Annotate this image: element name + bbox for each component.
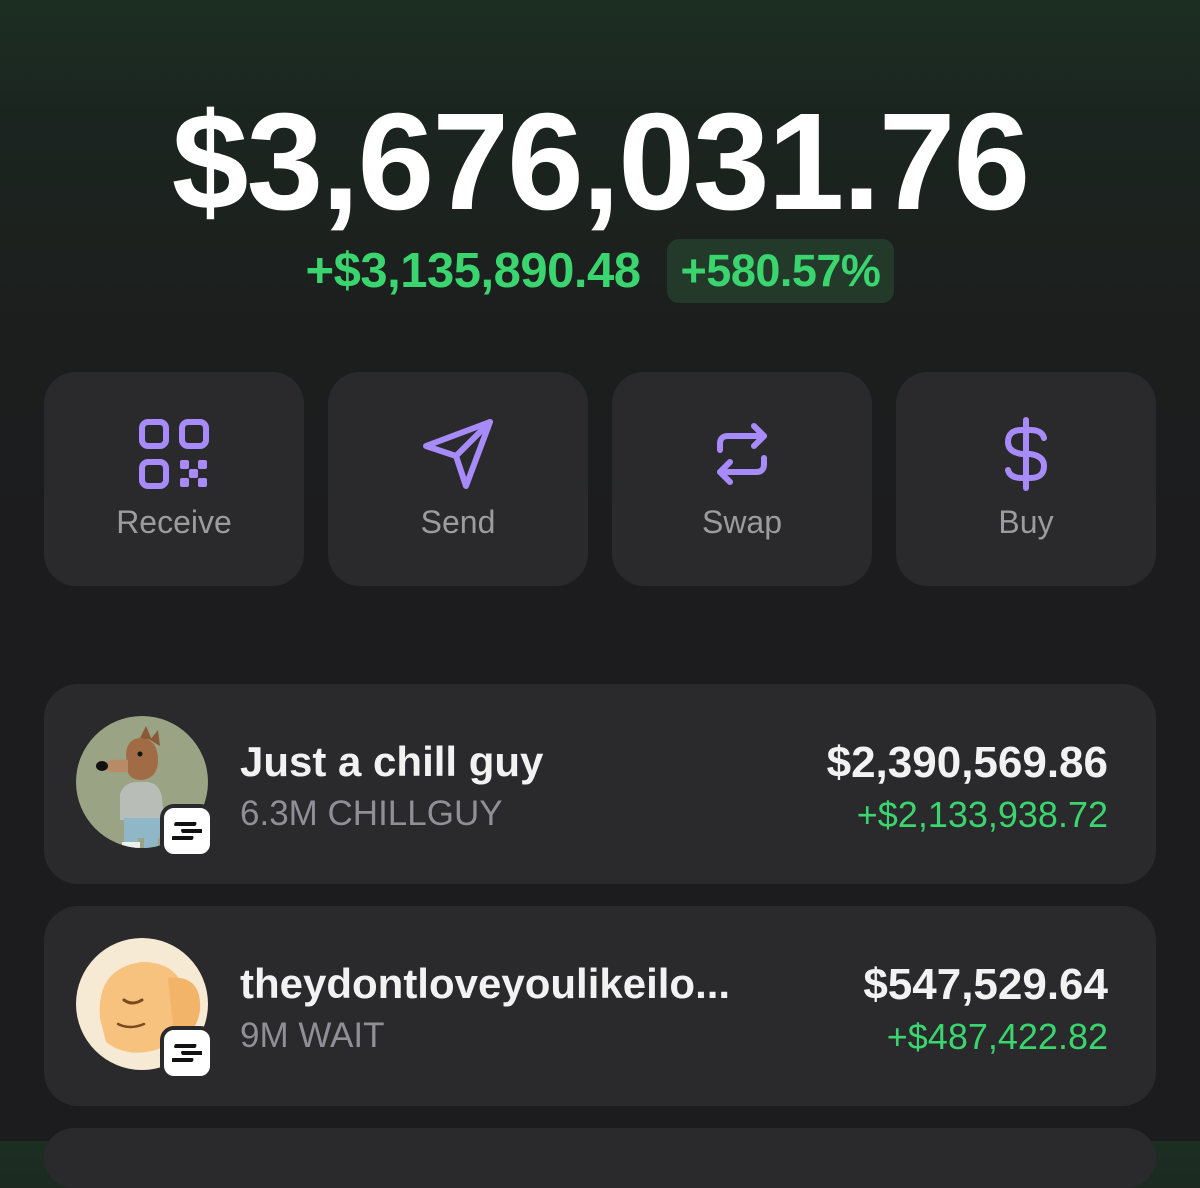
portfolio-change-row: +$3,135,890.48 +580.57%: [0, 236, 1200, 306]
swap-arrows-icon: [612, 416, 872, 492]
token-name: Just a chill guy: [240, 738, 544, 785]
portfolio-change-percent-badge: +580.57%: [666, 239, 895, 303]
token-name: theydontloveyoulikeilo...: [240, 960, 731, 1007]
portfolio-change-amount: +$3,135,890.48: [305, 244, 641, 298]
token-row-wait[interactable]: theydontloveyoulikeilo... 9M WAIT $547,5…: [44, 906, 1156, 1106]
token-gain: +$487,422.82: [886, 1016, 1108, 1057]
action-buttons-row: Receive Send Swap Buy: [44, 372, 1156, 586]
solana-chain-icon: [160, 804, 214, 858]
swap-label: Swap: [701, 504, 783, 540]
token-gain: +$2,133,938.72: [856, 794, 1108, 835]
send-label: Send: [420, 504, 496, 540]
send-button[interactable]: Send: [328, 372, 588, 586]
token-quantity: 6.3M CHILLGUY: [240, 794, 503, 833]
buy-label: Buy: [998, 504, 1054, 540]
token-value: $2,390,569.86: [826, 738, 1108, 787]
token-quantity: 9M WAIT: [240, 1016, 385, 1055]
portfolio-balance: $3,676,031.76: [171, 85, 1031, 239]
dollar-icon: [896, 416, 1156, 492]
solana-chain-icon: [160, 1026, 214, 1080]
swap-button[interactable]: Swap: [612, 372, 872, 586]
paper-plane-icon: [328, 416, 588, 492]
receive-label: Receive: [116, 504, 232, 540]
token-row-chillguy[interactable]: Just a chill guy 6.3M CHILLGUY $2,390,56…: [44, 684, 1156, 884]
token-value: $547,529.64: [863, 960, 1108, 1009]
buy-button[interactable]: Buy: [896, 372, 1156, 586]
qr-code-icon: [44, 416, 304, 492]
token-row-partial[interactable]: [44, 1128, 1156, 1188]
receive-button[interactable]: Receive: [44, 372, 304, 586]
